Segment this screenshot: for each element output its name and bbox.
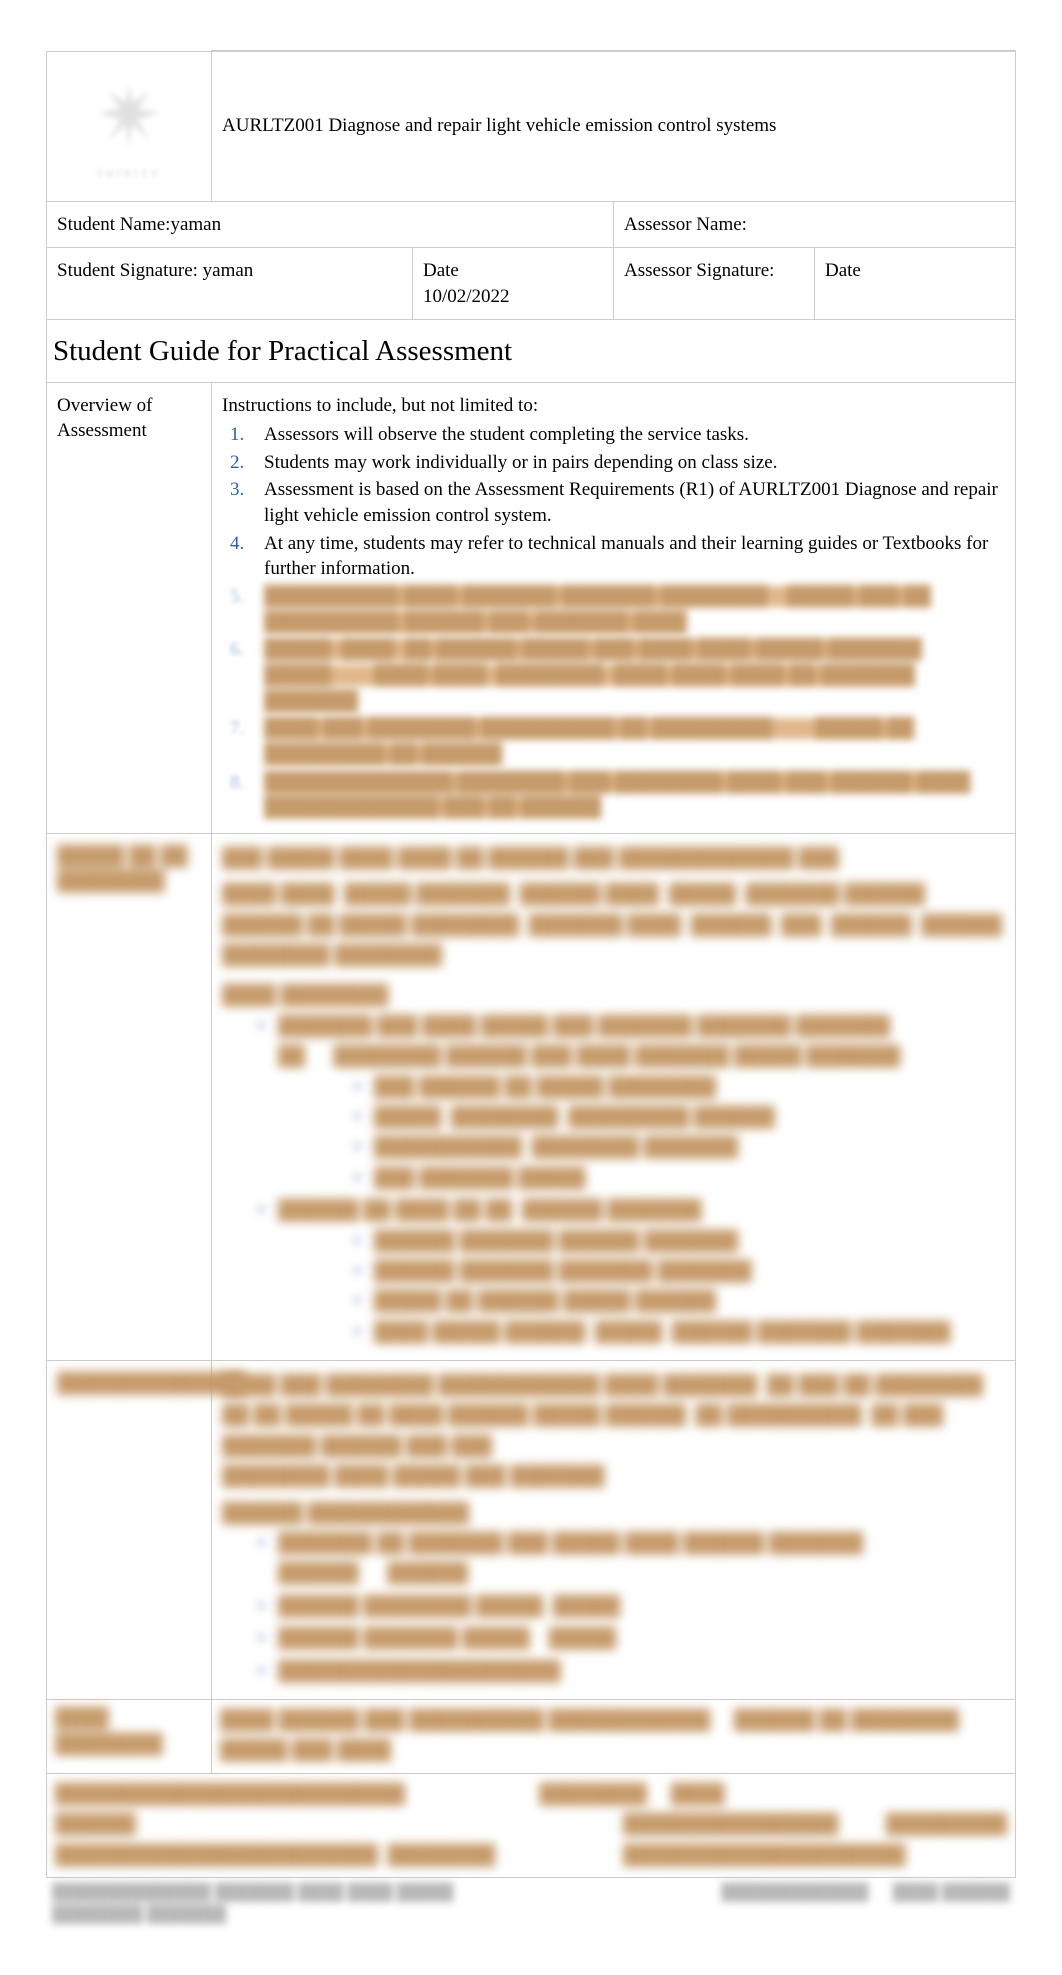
overview-item-7: ████ ███ ████████ ██████████ ██ ████████… — [256, 716, 1005, 767]
overview-row: Overview of Assessment Instructions to i… — [47, 382, 1016, 833]
course-title-cell: AURLTZ001 Diagnose and repair light vehi… — [212, 51, 1016, 201]
assessor-sig-cell: Assessor Signature: — [614, 248, 815, 320]
overview-content: Instructions to include, but not limited… — [212, 382, 1016, 833]
outcomes-content: ████ ███ ████████ ████████████ ████ ████… — [212, 1361, 1016, 1700]
time-content: ████ ██████ ███ ██████████ ████████████ … — [212, 1699, 1016, 1773]
overview-item-8: ██████████████ ████████ ███ ████████ ███… — [256, 770, 1005, 821]
names-row: Student Name:yaman Assessor Name: — [47, 201, 1016, 248]
task-sub-2: ██████ ██ ████ ██ ██ ██████ ███████ ████… — [278, 1196, 1005, 1348]
assessor-name-cell: Assessor Name: — [614, 201, 1016, 248]
overview-item-5: ██████████ ████ ███████ ███████ ████████… — [256, 584, 1005, 635]
assessor-sig-date-cell: Date — [815, 248, 1016, 320]
guide-heading: Student Guide for Practical Assessment — [47, 320, 1016, 382]
time-label: ████ ████████ — [47, 1699, 212, 1773]
student-name-cell: Student Name:yaman — [47, 201, 614, 248]
overview-item-3: Assessment is based on the Assessment Re… — [256, 477, 1005, 528]
student-name-value: yaman — [170, 214, 221, 235]
tasks-row: █████ ██ ██████████ ███ █████ ████ ████ … — [47, 833, 1016, 1360]
overview-item-6: █████ ████ ██ ██████ █████ ███ ████ ████… — [256, 637, 1005, 714]
org-logo — [84, 71, 174, 161]
student-sig-date-value: 10/02/2022 — [423, 284, 603, 310]
assessor-sig-label: Assessor Signature: — [624, 260, 774, 281]
assessor-sig-date-label: Date — [825, 260, 861, 281]
time-row: ████ ████████ ████ ██████ ███ ██████████… — [47, 1699, 1016, 1773]
overview-list: Assessors will observe the student compl… — [222, 422, 1005, 821]
overview-item-1: Assessors will observe the student compl… — [256, 422, 1005, 448]
assessment-form: TRINITY AURLTZ001 Diagnose and repair li… — [46, 50, 1016, 1878]
tasks-label: █████ ██ ██████████ — [47, 833, 212, 1360]
logo-cell: TRINITY — [47, 51, 212, 201]
overview-item-4: At any time, students may refer to techn… — [256, 531, 1005, 582]
student-sig-label: Student Signature: — [57, 260, 198, 281]
student-sig-cell: Student Signature: yaman — [47, 248, 413, 320]
task-sub-1: ███████ ███ ████ █████ ███ ███████ █████… — [278, 1012, 1005, 1194]
course-title: AURLTZ001 Diagnose and repair light vehi… — [222, 115, 776, 136]
outcomes-row: ██████████████ ████ ███ ████████ ███████… — [47, 1361, 1016, 1700]
student-sig-value: yaman — [203, 260, 254, 281]
signatures-row: Student Signature: yaman Date 10/02/2022… — [47, 248, 1016, 320]
student-sig-date-cell: Date 10/02/2022 — [413, 248, 614, 320]
overview-intro: Instructions to include, but not limited… — [222, 393, 1005, 419]
heading-row: Student Guide for Practical Assessment — [47, 320, 1016, 382]
assessor-name-label: Assessor Name: — [624, 214, 747, 235]
doc-id-row: ██████████████████████████ █████████████… — [47, 1773, 1016, 1877]
overview-label: Overview of Assessment — [47, 382, 212, 833]
tasks-content: ███ █████ ████ ████ ██ ██████ ███ ██████… — [212, 833, 1016, 1360]
outcomes-label: ██████████████ — [47, 1361, 212, 1700]
student-sig-date-label: Date — [423, 258, 603, 284]
student-name-label: Student Name: — [57, 214, 170, 235]
overview-item-2: Students may work individually or in pai… — [256, 450, 1005, 476]
footer-line: ██████████████ ███████ ████ ████ █████ █… — [46, 1878, 1016, 1925]
header-row: TRINITY AURLTZ001 Diagnose and repair li… — [47, 51, 1016, 201]
